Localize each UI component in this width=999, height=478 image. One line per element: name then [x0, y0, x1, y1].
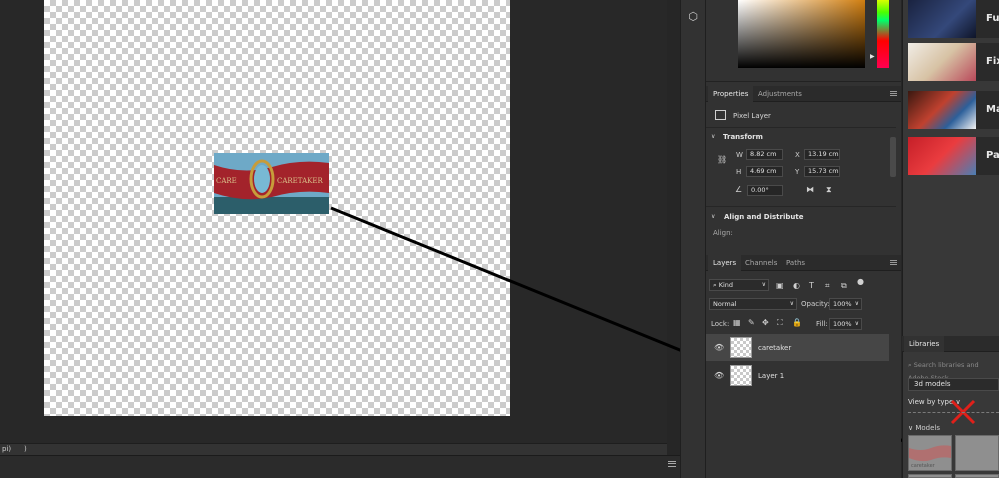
library-thumb-label-4[interactable]: Pa	[976, 137, 999, 175]
library-thumb-3[interactable]	[908, 91, 976, 129]
library-search-input[interactable]: ⌕ Search libraries and Adobe Stock	[908, 359, 999, 382]
library-select[interactable]: 3d models	[908, 378, 999, 391]
lock-label: Lock:	[711, 320, 730, 328]
height-field[interactable]: 4.69 cm	[746, 166, 783, 177]
library-thumb-2[interactable]	[908, 43, 976, 81]
status-zoom: pi)	[2, 445, 12, 453]
chevron-down-icon[interactable]: ∨	[711, 133, 715, 140]
chevron-down-icon: ∨	[789, 300, 794, 307]
library-thumb-label-3[interactable]: Ma	[976, 91, 999, 129]
eye-icon[interactable]: 👁	[714, 371, 724, 380]
width-label: W	[736, 151, 743, 159]
flip-vertical-icon[interactable]: ⧗	[826, 185, 832, 195]
model-thumb-3[interactable]	[908, 474, 952, 478]
view-by-label: View by type	[908, 398, 954, 406]
status-bar: pi) )	[0, 443, 667, 455]
lock-brush-icon[interactable]: ✎	[748, 318, 755, 327]
tab-layers[interactable]: Layers	[708, 255, 742, 271]
layer-thumbnail	[730, 365, 752, 386]
opacity-field[interactable]: 100% ∨	[829, 298, 862, 310]
chevron-down-icon: ∨	[854, 320, 859, 327]
kind-filter-label: Kind	[718, 281, 734, 289]
width-field[interactable]: 8.82 cm	[746, 149, 783, 160]
lock-position-icon[interactable]: ✥	[762, 318, 769, 327]
layers-tab-bar: Layers Channels Paths	[706, 255, 901, 271]
timeline-menu-icon[interactable]	[668, 461, 676, 467]
properties-tab-bar: Properties Adjustments	[706, 86, 901, 102]
timeline-bar	[0, 455, 680, 478]
properties-scrollbar[interactable]	[890, 137, 896, 177]
transform-heading[interactable]: Transform	[723, 133, 763, 141]
layer-row-layer-1[interactable]: 👁 Layer 1	[706, 362, 889, 389]
lock-artboard-icon[interactable]: ⛶	[777, 318, 783, 328]
library-thumb-label-2[interactable]: Fix	[976, 43, 999, 81]
model-thumb-4[interactable]	[955, 474, 999, 478]
tab-properties[interactable]: Properties	[708, 86, 754, 102]
fill-label: Fill:	[816, 320, 828, 328]
lock-transparent-icon[interactable]: ▦	[733, 318, 741, 327]
link-icon[interactable]: ⛓	[717, 155, 727, 164]
opacity-label: Opacity:	[801, 300, 830, 308]
filter-toggle-icon[interactable]: ●	[857, 277, 864, 286]
y-label: Y	[795, 168, 800, 176]
pixel-layer-icon	[715, 110, 726, 120]
fill-value: 100%	[833, 320, 852, 328]
tab-channels[interactable]: Channels	[740, 255, 782, 271]
properties-menu-icon[interactable]	[890, 91, 897, 96]
tab-libraries[interactable]: Libraries	[904, 336, 945, 352]
hue-slider[interactable]	[877, 0, 889, 68]
chevron-down-icon: ∨	[761, 281, 766, 288]
layer-kind-filter[interactable]: ⌕ Kind ∨	[709, 279, 769, 291]
filter-pixel-icon[interactable]: ▣	[776, 281, 784, 290]
chevron-down-icon[interactable]: ∨	[711, 213, 715, 220]
library-thumb-4[interactable]	[908, 137, 976, 175]
angle-field[interactable]: 0.00°	[747, 185, 783, 196]
opacity-value: 100%	[833, 300, 852, 308]
model-caption: caretaker	[911, 463, 935, 469]
status-expand-arrow[interactable]: )	[24, 445, 27, 453]
angle-icon: ∠	[735, 185, 743, 194]
divider	[706, 206, 896, 207]
blend-mode-label: Normal	[713, 300, 737, 308]
library-thumb-label-1[interactable]: Fu	[976, 0, 999, 38]
chevron-down-icon: ∨	[854, 300, 859, 307]
blend-mode-select[interactable]: Normal ∨	[709, 298, 797, 310]
library-thumb-1[interactable]	[908, 0, 976, 38]
libraries-tab-bar: Libraries	[902, 336, 999, 352]
align-label: Align:	[713, 229, 733, 237]
x-field[interactable]: 13.19 cm	[804, 149, 840, 160]
hue-marker-icon[interactable]: ▶	[870, 53, 875, 60]
tab-paths[interactable]: Paths	[781, 255, 810, 271]
filter-type-icon[interactable]: T	[809, 281, 814, 290]
layer-thumbnail	[730, 337, 752, 358]
layer-type-label: Pixel Layer	[733, 112, 771, 120]
color-field[interactable]	[738, 0, 865, 68]
filter-adjustment-icon[interactable]: ◐	[793, 281, 800, 290]
layer-name[interactable]: caretaker	[758, 344, 791, 352]
align-distribute-heading[interactable]: Align and Distribute	[724, 213, 803, 221]
height-label: H	[736, 168, 742, 176]
filter-shape-icon[interactable]: ⌗	[825, 281, 830, 291]
flip-horizontal-icon[interactable]: ⧓	[806, 185, 814, 194]
models-heading-label: Models	[915, 424, 941, 432]
library-divider	[908, 412, 999, 413]
divider	[706, 127, 896, 128]
models-section-heading[interactable]: ∨ Models	[908, 424, 940, 432]
model-thumb-2[interactable]	[955, 435, 999, 471]
y-field[interactable]: 15.73 cm	[804, 166, 840, 177]
eye-icon[interactable]: 👁	[714, 343, 724, 352]
model-thumb-caretaker[interactable]: caretaker	[908, 435, 952, 471]
panel-dock-strip	[680, 0, 706, 478]
layer-name[interactable]: Layer 1	[758, 372, 784, 380]
lock-all-icon[interactable]: 🔒	[792, 318, 802, 327]
fill-field[interactable]: 100% ∨	[829, 318, 862, 330]
3d-cube-icon[interactable]: ⬡	[685, 9, 701, 25]
filter-smart-object-icon[interactable]: ⧉	[841, 281, 847, 291]
layer-row-caretaker[interactable]: 👁 caretaker	[706, 334, 889, 361]
layers-menu-icon[interactable]	[890, 260, 897, 265]
x-label: X	[795, 151, 800, 159]
tab-adjustments[interactable]: Adjustments	[753, 86, 807, 102]
